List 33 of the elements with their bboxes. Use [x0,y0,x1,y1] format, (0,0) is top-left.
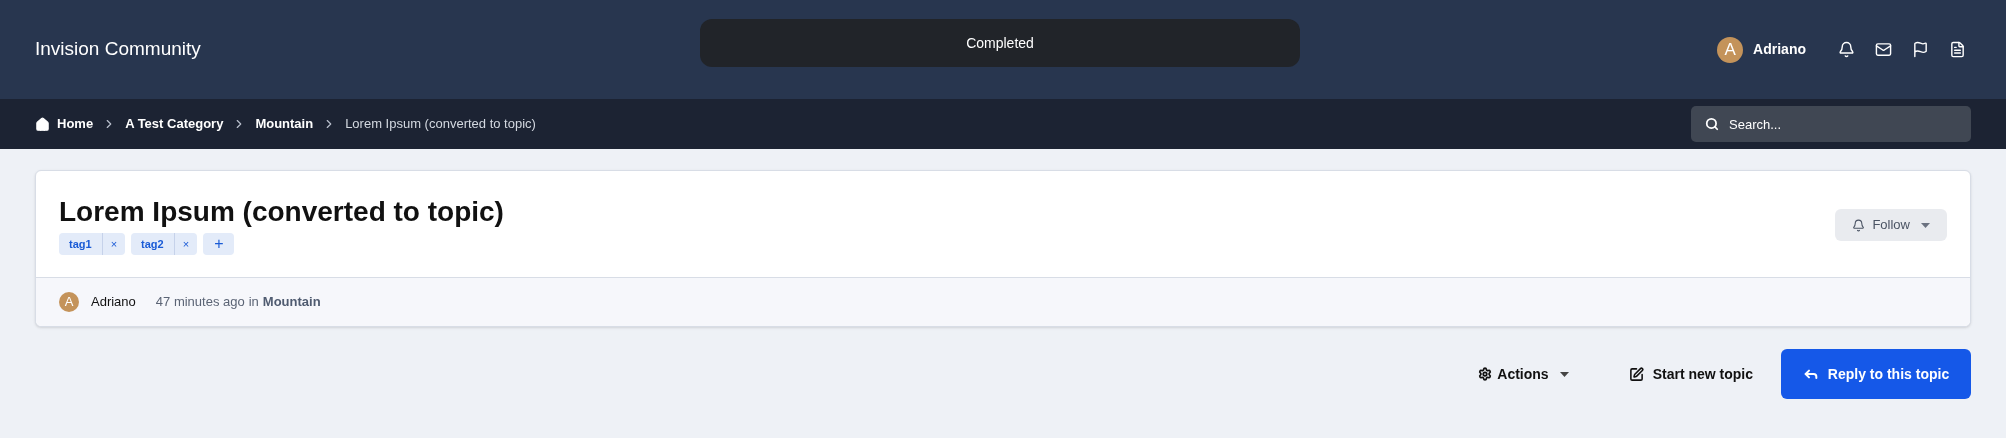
breadcrumb-link[interactable]: Home [57,114,94,134]
document-icon[interactable] [1949,41,1966,58]
edit-icon [1628,366,1644,382]
start-topic-button[interactable]: Start new topic [1604,349,1777,399]
forum-link[interactable]: Mountain [262,292,321,312]
bell-icon[interactable] [1838,41,1855,58]
reply-button[interactable]: Reply to this topic [1781,349,1971,399]
actions-button[interactable]: Actions [1468,349,1579,399]
tag-remove-button[interactable]: × [173,233,198,255]
bell-icon [1852,218,1866,232]
add-tag-button[interactable]: + [203,233,235,255]
topic-title: Lorem Ipsum (converted to topic) [59,195,504,229]
search-icon [1705,117,1719,131]
user-name[interactable]: Adriano [1753,39,1806,60]
breadcrumb-link[interactable]: Mountain [255,114,314,134]
author-name[interactable]: Adriano [91,292,136,312]
tag-remove-button[interactable]: × [101,233,126,255]
post-time: 47 minutes ago [155,293,245,312]
gear-icon [1478,367,1493,381]
search-field[interactable]: Search... [1691,106,1971,142]
caret-icon [1921,222,1930,228]
in-label: in [248,293,259,312]
breadcrumb-link[interactable]: Lorem Ipsum (converted to topic) [345,114,536,134]
breadcrumb-link[interactable]: A Test Category [125,114,224,134]
tag-link[interactable]: tag2 [131,233,174,255]
toast-message: Completed [966,33,1034,53]
follow-button[interactable]: Follow [1835,209,1947,241]
home-icon[interactable] [35,116,50,132]
envelope-icon[interactable] [1875,41,1892,58]
caret-icon [1559,371,1569,377]
tag-link[interactable]: tag1 [59,233,102,255]
flag-icon[interactable] [1912,41,1929,58]
site-title[interactable]: Invision Community [35,35,201,64]
